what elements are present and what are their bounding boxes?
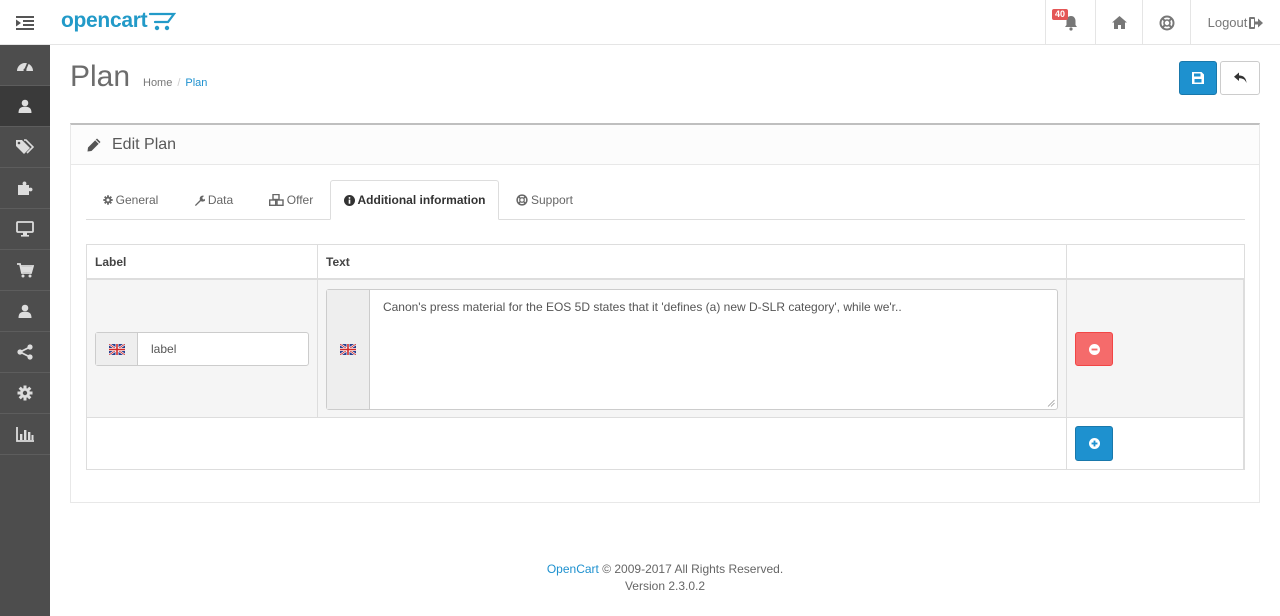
language-flag-addon — [96, 333, 138, 365]
menu-toggle-button[interactable] — [0, 0, 50, 45]
logout-label: Logout — [1207, 15, 1248, 30]
tab-offer[interactable]: Offer — [252, 180, 330, 220]
tab-offer-label: Offer — [286, 193, 314, 207]
copyright-line: OpenCart © 2009-2017 All Rights Reserved… — [50, 561, 1280, 578]
life-ring-icon — [516, 194, 528, 206]
panel-heading: Edit Plan — [71, 125, 1259, 165]
tab-general-label: General — [115, 193, 159, 207]
nav-reports[interactable] — [0, 414, 50, 455]
sidebar — [0, 45, 50, 616]
copyright-text: © 2009-2017 All Rights Reserved. — [598, 562, 784, 576]
column-header-text: Text — [318, 245, 1067, 278]
breadcrumb: Home / Plan — [143, 77, 207, 89]
wrench-icon — [194, 195, 205, 206]
resize-grip-icon[interactable] — [1047, 399, 1055, 407]
opencart-link[interactable]: OpenCart — [547, 562, 599, 576]
language-flag-addon — [327, 290, 370, 409]
text-input-group: Canon's press material for the EOS 5D st… — [326, 289, 1058, 410]
nav-customer[interactable] — [0, 86, 50, 127]
notifications-button[interactable] — [1045, 0, 1095, 45]
tab-support-label: Support — [530, 193, 574, 207]
additional-info-table: Label Text label Canon's press material … — [86, 244, 1245, 470]
nav-customers[interactable] — [0, 291, 50, 332]
share-icon — [17, 344, 33, 360]
nav-marketing[interactable] — [0, 332, 50, 373]
label-input-group — [95, 332, 309, 366]
tab-data-label: Data — [207, 193, 234, 207]
remove-row-button[interactable] — [1075, 332, 1113, 366]
uk-flag-icon — [108, 343, 125, 355]
info-circle-icon — [343, 194, 355, 206]
nav-design[interactable] — [0, 209, 50, 250]
label-field[interactable] — [138, 333, 308, 365]
pencil-icon — [87, 138, 101, 151]
page-title: Plan — [70, 60, 131, 93]
add-row-button[interactable] — [1075, 426, 1113, 461]
version-text: Version 2.3.0.2 — [624, 579, 706, 593]
nav-sales[interactable] — [0, 250, 50, 291]
tab-general[interactable]: General — [86, 180, 175, 220]
support-button[interactable] — [1142, 0, 1190, 45]
life-ring-icon — [1159, 15, 1174, 30]
logo-cart-icon — [149, 12, 177, 31]
edit-plan-panel: Edit Plan General Data Offer Additional … — [70, 123, 1260, 503]
breadcrumb-home-link[interactable]: Home — [143, 77, 172, 89]
home-icon — [1111, 16, 1127, 29]
cubes-icon — [268, 194, 284, 206]
notification-count-badge: 40 — [1052, 9, 1069, 20]
nav-extensions[interactable] — [0, 168, 50, 209]
plus-circle-icon — [1088, 438, 1100, 449]
minus-circle-icon — [1088, 343, 1100, 355]
table-header-row: Label Text — [87, 245, 1244, 280]
logo-text: opencart — [61, 9, 148, 32]
reply-icon — [1233, 72, 1246, 83]
tab-support[interactable]: Support — [499, 180, 590, 220]
tab-additional-information[interactable]: Additional information — [330, 180, 499, 220]
opencart-logo[interactable]: opencart — [61, 9, 177, 35]
save-button[interactable] — [1179, 61, 1217, 95]
desktop-icon — [16, 221, 34, 237]
bar-chart-icon — [16, 426, 34, 442]
column-header-label: Label — [87, 245, 318, 278]
tags-icon — [16, 139, 34, 154]
text-field[interactable]: Canon's press material for the EOS 5D st… — [369, 290, 1057, 409]
panel-title: Edit Plan — [112, 135, 177, 153]
store-home-button[interactable] — [1095, 0, 1142, 45]
nav-catalog[interactable] — [0, 127, 50, 168]
tab-additional-information-label: Additional information — [357, 193, 486, 207]
user-icon — [18, 304, 32, 318]
cancel-button[interactable] — [1220, 61, 1260, 95]
dashboard-icon — [17, 62, 33, 72]
sign-out-icon — [1249, 16, 1264, 29]
user-icon — [18, 99, 32, 113]
uk-flag-icon — [339, 344, 356, 355]
breadcrumb-current-link[interactable]: Plan — [185, 77, 207, 89]
tabs: General Data Offer Additional informatio… — [86, 180, 1245, 220]
puzzle-icon — [18, 181, 33, 195]
cog-icon — [102, 195, 113, 205]
table-row: Canon's press material for the EOS 5D st… — [87, 280, 1244, 418]
table-footer-row — [87, 418, 1244, 469]
column-header-actions — [1067, 245, 1244, 278]
nav-dashboard[interactable] — [0, 45, 50, 86]
logout-button[interactable]: Logout — [1190, 0, 1280, 45]
tab-data[interactable]: Data — [175, 180, 252, 220]
header: opencart 40 Logout — [0, 0, 1280, 45]
cart-icon — [16, 262, 34, 277]
nav-system[interactable] — [0, 373, 50, 414]
indent-icon — [16, 15, 34, 30]
cog-icon — [17, 385, 33, 401]
save-icon — [1192, 72, 1204, 84]
breadcrumb-separator: / — [177, 77, 181, 89]
footer: OpenCart © 2009-2017 All Rights Reserved… — [50, 561, 1280, 595]
